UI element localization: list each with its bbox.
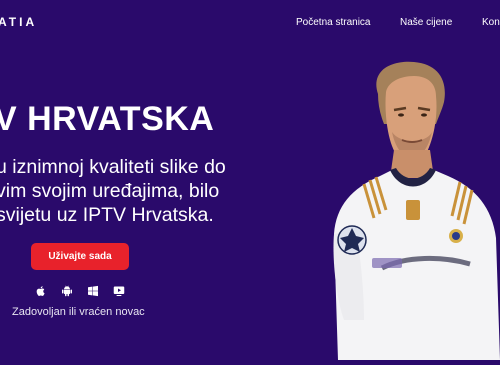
windows-icon [87, 284, 99, 297]
nav-link-prices[interactable]: Naše cijene [400, 17, 452, 28]
tv-play-icon [113, 284, 125, 296]
football-player-image [330, 58, 500, 360]
hero-description: u iznimnoj kvaliteti slike do vim svojim… [0, 155, 226, 227]
platform-icons [35, 283, 125, 297]
apple-icon [35, 284, 47, 296]
android-icon [61, 284, 73, 297]
hero-description-line: svijetu uz IPTV Hrvatska. [0, 204, 214, 226]
enjoy-now-button[interactable]: Uživajte sada [31, 243, 129, 270]
brand-logo-text[interactable]: ATIA [0, 15, 37, 29]
money-back-guarantee: Zadovoljan ili vraćen novac [12, 306, 145, 318]
nav-link-contact[interactable]: Kon [482, 17, 500, 28]
nav-link-home[interactable]: Početna stranica [296, 17, 371, 28]
hero-description-line: vim svojim uređajima, bilo [0, 180, 220, 202]
hero-title: V HRVATSKA [0, 100, 215, 138]
hero-description-line: u iznimnoj kvaliteti slike do [0, 156, 226, 178]
top-navigation: ATIA Početna stranica Naše cijene Kon [0, 0, 500, 46]
